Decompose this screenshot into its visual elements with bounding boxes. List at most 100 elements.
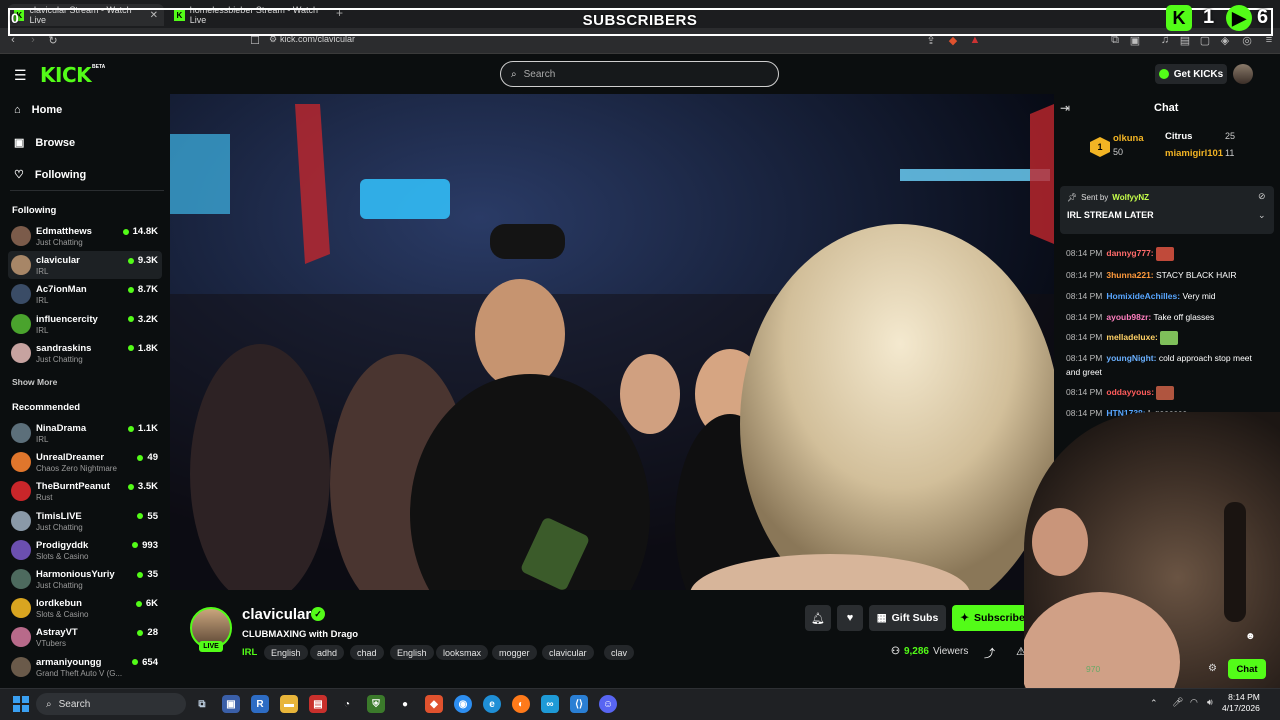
nav-browse[interactable]: ▣ Browse xyxy=(14,136,75,150)
extensions-icon[interactable]: ⧉ xyxy=(1108,34,1122,47)
brave-shield-icon[interactable]: ◆ xyxy=(946,34,960,47)
message-username[interactable]: melladeluxe: xyxy=(1106,332,1158,342)
channel-row[interactable]: clavicular IRL 9.3K xyxy=(8,251,162,280)
channel-row[interactable]: sandraskins Just Chatting 1.8K xyxy=(8,339,162,367)
channel-row[interactable]: influencercity IRL 3.2K xyxy=(8,310,162,338)
channel-row[interactable]: TimisLIVE Just Chatting 55 xyxy=(8,507,162,535)
rewards-icon[interactable]: ▲ xyxy=(968,34,982,46)
send-chat-button[interactable]: Chat xyxy=(1228,659,1266,679)
sidebar-toggle-icon[interactable]: ▤ xyxy=(1178,34,1192,47)
channel-row[interactable]: AstrayVT VTubers 28 xyxy=(8,623,162,651)
stream-tag[interactable]: looksmax xyxy=(436,645,489,660)
leaderboard-user[interactable]: Citrus xyxy=(1165,131,1192,142)
gift-subs-button[interactable]: ▦ Gift Subs xyxy=(869,605,946,631)
channel-row[interactable]: NinaDrama IRL 1.1K xyxy=(8,419,162,447)
vpn-icon[interactable]: ◈ xyxy=(1218,34,1232,47)
show-more-link[interactable]: Show More xyxy=(12,377,57,387)
channel-row[interactable]: UnrealDreamer Chaos Zero Nightmare 49 xyxy=(8,448,162,476)
subscribe-button[interactable]: ✦ Subscribe xyxy=(952,605,1033,631)
taskbar-search[interactable]: ⌕ Search xyxy=(36,693,186,715)
collapse-chat-icon[interactable]: ⇥ xyxy=(1060,101,1070,115)
github-icon[interactable]: ● xyxy=(396,695,414,713)
hamburger-menu-icon[interactable]: ☰ xyxy=(14,67,27,84)
remote-app-icon[interactable]: ∞ xyxy=(541,695,559,713)
streamer-name[interactable]: clavicular xyxy=(242,606,311,623)
stream-tag[interactable]: English xyxy=(390,645,434,660)
notification-bell-button[interactable]: 🔔︎ xyxy=(805,605,831,631)
message-username[interactable]: HomixideAchilles: xyxy=(1106,291,1180,301)
back-icon[interactable]: ‹ xyxy=(6,34,20,46)
windows-start-icon[interactable] xyxy=(13,696,29,712)
news-app-icon[interactable]: ▤ xyxy=(309,695,327,713)
user-avatar[interactable] xyxy=(1233,64,1253,84)
volume-icon[interactable]: 🔊︎ xyxy=(1207,697,1213,708)
profile-icon[interactable]: ◎ xyxy=(1240,34,1254,47)
taskbar-clock[interactable]: 8:14 PM 4/17/2026 xyxy=(1222,692,1260,714)
discord-icon[interactable]: ☺ xyxy=(599,695,617,713)
unpin-icon[interactable]: ⊘ xyxy=(1258,191,1266,202)
message-username[interactable]: 3hunna221: xyxy=(1106,270,1153,280)
clock-app-icon[interactable]: ◔ xyxy=(338,695,356,713)
teams-icon[interactable]: ▣ xyxy=(222,695,240,713)
message-username[interactable]: dannyg777: xyxy=(1106,248,1153,258)
chevron-down-icon[interactable]: ⌄ xyxy=(1258,210,1266,221)
message-timestamp: 08:14 PM xyxy=(1066,332,1103,342)
live-dot-icon xyxy=(127,345,134,352)
leaderboard-user[interactable]: miamigirl101 xyxy=(1165,148,1223,159)
message-username[interactable]: oddayyous: xyxy=(1106,387,1154,397)
pinned-message[interactable]: 📌︎ Sent by WolfyyNZ IRL STREAM LATER ⊘ ⌄ xyxy=(1060,186,1274,234)
menu-icon[interactable]: ≡ xyxy=(1262,34,1276,46)
tray-chevron-icon[interactable]: ⌃ xyxy=(1150,698,1158,709)
message-username[interactable]: youngNight: xyxy=(1106,353,1156,363)
channel-row[interactable]: Ac7ionMan IRL 8.7K xyxy=(8,280,162,308)
chat-settings-icon[interactable]: ⚙ xyxy=(1208,663,1217,674)
remote-desktop-icon[interactable]: R xyxy=(251,695,269,713)
firefox-icon[interactable]: ◐ xyxy=(512,695,530,713)
emote-picker-icon[interactable]: ☻ xyxy=(1245,631,1256,642)
shield-app-icon[interactable]: ⛨ xyxy=(367,695,385,713)
stream-tag[interactable]: clavicular xyxy=(542,645,594,660)
brave-browser-icon[interactable]: ◆ xyxy=(425,695,443,713)
task-view-icon[interactable]: ⧉ xyxy=(193,695,211,713)
chrome-icon[interactable]: ◉ xyxy=(454,695,472,713)
nav-following[interactable]: ♡ Following xyxy=(14,168,86,182)
stream-tag[interactable]: adhd xyxy=(310,645,345,660)
search-input[interactable]: ⌕ Search xyxy=(500,61,779,87)
category-link[interactable]: IRL xyxy=(242,647,257,658)
file-explorer-icon[interactable]: ▬ xyxy=(280,695,298,713)
kick-logo[interactable]: KICK xyxy=(40,63,92,87)
channel-row[interactable]: armaniyoungg Grand Theft Auto V (G... 654 xyxy=(8,653,162,681)
channel-row[interactable]: lordkebun Slots & Casino 6K xyxy=(8,594,162,622)
channel-row[interactable]: Prodigyddk Slots & Casino 993 xyxy=(8,536,162,564)
media-icon[interactable]: ♫ xyxy=(1158,34,1172,46)
leaderboard-user[interactable]: olkuna xyxy=(1113,133,1144,144)
channel-row[interactable]: HarmoniousYuriy Just Chatting 35 xyxy=(8,565,162,593)
nav-home[interactable]: ⌂ Home xyxy=(14,104,62,116)
message-username[interactable]: ayoub98zr: xyxy=(1106,312,1151,322)
screenshot-icon[interactable]: ▣ xyxy=(1128,34,1142,47)
wifi-icon[interactable]: ◠ xyxy=(1190,697,1198,708)
video-player[interactable] xyxy=(170,94,1054,590)
channel-row[interactable]: Edmatthews Just Chatting 14.8K xyxy=(8,222,162,250)
wallet-icon[interactable]: ▢ xyxy=(1198,34,1212,47)
microphone-icon[interactable]: 🎤︎ xyxy=(1172,697,1183,708)
follow-heart-button[interactable]: ♥ xyxy=(837,605,863,631)
get-kicks-button[interactable]: Get KICKs xyxy=(1155,64,1227,84)
site-info-icon[interactable]: ⚙ xyxy=(266,34,280,45)
share-icon[interactable]: ⤴ xyxy=(984,645,995,661)
stream-tag[interactable]: mogger xyxy=(492,645,537,660)
channel-name: Edmatthews xyxy=(36,226,92,237)
bookmark-icon[interactable]: ☐ xyxy=(248,34,262,47)
forward-icon[interactable]: › xyxy=(26,34,40,46)
stream-tag[interactable]: clav xyxy=(604,645,635,660)
channel-row[interactable]: TheBurntPeanut Rust 3.5K xyxy=(8,477,162,505)
vscode-icon[interactable]: ⟨⟩ xyxy=(570,695,588,713)
url-field[interactable]: kick.com/clavicular xyxy=(280,34,355,44)
stream-tag[interactable]: English xyxy=(264,645,308,660)
channel-category: Just Chatting xyxy=(36,238,83,247)
leaderboard-amount: 11 xyxy=(1225,148,1235,158)
edge-icon[interactable]: e xyxy=(483,695,501,713)
share-icon[interactable]: ⇪ xyxy=(924,34,938,47)
reload-icon[interactable]: ↻ xyxy=(46,34,60,47)
stream-tag[interactable]: chad xyxy=(350,645,384,660)
